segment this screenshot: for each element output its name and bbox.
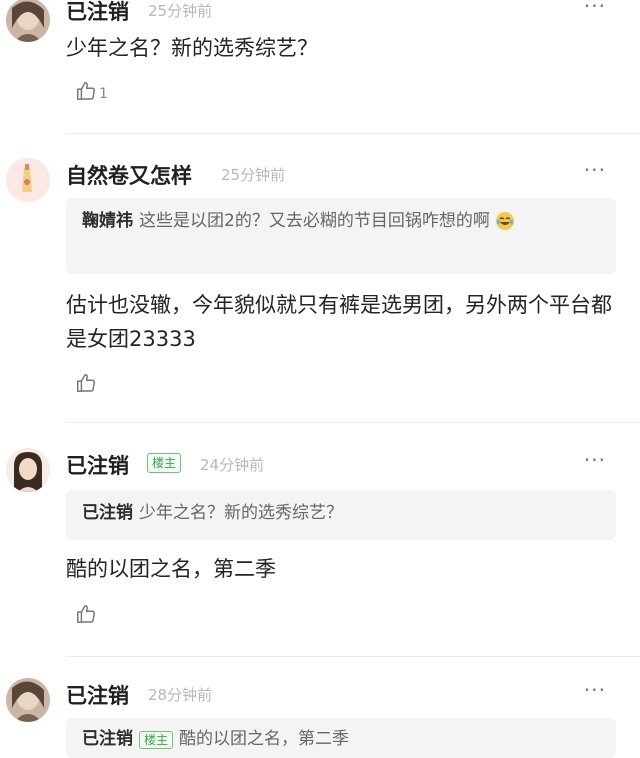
- username[interactable]: 已注销: [66, 450, 129, 480]
- divider: [66, 422, 640, 423]
- avatar[interactable]: [6, 448, 50, 492]
- quoted-username[interactable]: 已注销: [82, 503, 133, 523]
- more-dots-icon[interactable]: ···: [584, 158, 606, 182]
- quoted-reply[interactable]: 已注销 楼主 酷的以团之名，第二季: [66, 718, 616, 758]
- op-badge: 楼主: [139, 731, 174, 749]
- divider: [66, 656, 640, 657]
- quoted-reply[interactable]: 鞠婧祎 这些是以团2的？又去必糊的节目回锅咋想的啊: [66, 198, 616, 274]
- quoted-text: 少年之名？新的选秀综艺？: [139, 503, 343, 523]
- quoted-text: 这些是以团2的？又去必糊的节目回锅咋想的啊: [139, 211, 490, 231]
- quoted-text: 酷的以团之名，第二季: [179, 729, 350, 749]
- avatar[interactable]: [6, 158, 50, 202]
- thumbs-up-outline-icon: [77, 605, 95, 623]
- more-dots-icon[interactable]: ···: [584, 0, 606, 18]
- avatar[interactable]: [6, 678, 50, 722]
- comment-text: 估计也没辙，今年貌似就只有裤是选男团，另外两个平台都是女团23333: [66, 293, 612, 351]
- timestamp: 24分钟前: [200, 456, 265, 474]
- like-count: 1: [99, 86, 108, 102]
- username[interactable]: 已注销: [66, 0, 129, 26]
- timestamp: 25分钟前: [148, 2, 213, 20]
- op-badge: 楼主: [147, 453, 182, 473]
- laughing-tears-emoji-icon: [496, 212, 515, 230]
- timestamp: 25分钟前: [221, 166, 286, 184]
- thumbs-up-outline-icon: [77, 374, 95, 392]
- username[interactable]: 已注销: [66, 680, 129, 710]
- avatar[interactable]: [6, 0, 50, 42]
- like-button[interactable]: 1: [75, 80, 108, 102]
- quoted-username[interactable]: 已注销: [82, 729, 133, 749]
- more-dots-icon[interactable]: ···: [584, 678, 606, 702]
- thumbs-up-outline-icon: [77, 82, 95, 100]
- more-dots-icon[interactable]: ···: [584, 448, 606, 472]
- quoted-username[interactable]: 鞠婧祎: [82, 211, 133, 231]
- like-button[interactable]: [75, 372, 97, 394]
- divider: [66, 133, 640, 134]
- like-button[interactable]: [75, 603, 97, 625]
- username[interactable]: 自然卷又怎样: [66, 160, 192, 190]
- quoted-reply[interactable]: 已注销 少年之名？新的选秀综艺？: [66, 490, 616, 540]
- comment-text: 少年之名？新的选秀综艺？: [66, 36, 318, 60]
- comment-text: 酷的以团之名，第二季: [66, 557, 276, 581]
- timestamp: 28分钟前: [148, 686, 213, 704]
